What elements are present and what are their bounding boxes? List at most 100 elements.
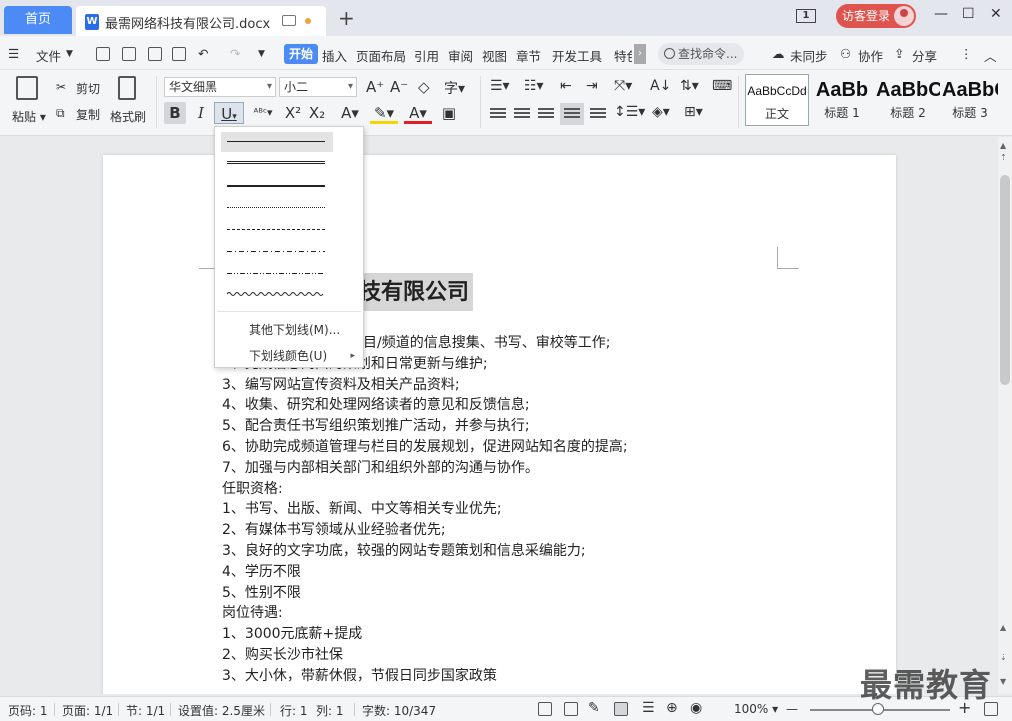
menu-view[interactable]: 视图 [482, 46, 507, 65]
format-painter-button[interactable]: 格式刷 [110, 108, 146, 125]
clear-format-icon[interactable]: ◇ [418, 78, 430, 96]
bullet-list-icon[interactable]: ☰▾ [490, 78, 510, 94]
minimize-button[interactable]: — [934, 6, 948, 22]
cut-button[interactable]: 剪切 [76, 80, 100, 97]
underline-option-dash-dot[interactable] [221, 242, 333, 262]
underline-color-item[interactable]: 下划线颜色(U) [249, 347, 327, 364]
phonetic-guide-icon[interactable]: 字▾ [444, 78, 465, 98]
underline-option-thick[interactable] [221, 176, 333, 196]
status-page-number[interactable]: 页码: 1 [8, 702, 48, 719]
menu-scroll-right-icon[interactable]: › [634, 44, 646, 64]
scroll-down-icon[interactable]: ▼ [1000, 677, 1006, 686]
menu-references[interactable]: 引用 [414, 46, 439, 65]
quick-access-more-icon[interactable]: ▼ [258, 49, 265, 59]
command-search[interactable]: 查找命令... [658, 43, 744, 65]
underline-option-dotted[interactable] [221, 198, 333, 218]
scroll-thumb[interactable] [1000, 175, 1010, 385]
character-border-button[interactable]: ▣ [438, 102, 460, 124]
share-label[interactable]: 分享 [912, 46, 937, 65]
highlight-button[interactable]: ✎▾ [370, 102, 398, 124]
menu-features[interactable]: 特色 [614, 46, 632, 65]
status-column[interactable]: 列: 1 [316, 702, 344, 719]
style-heading-1[interactable]: AaBb 标题 1 [810, 74, 874, 126]
paste-icon[interactable] [16, 76, 38, 100]
read-mode-icon[interactable] [564, 702, 578, 716]
web-view-icon[interactable]: ⊕ [666, 700, 678, 716]
collab-label[interactable]: 协作 [858, 46, 883, 65]
save-icon[interactable] [96, 47, 110, 61]
underline-option-dash-dot-dot[interactable] [221, 264, 333, 284]
justify-button[interactable] [560, 103, 584, 125]
document-heading[interactable]: 技有限公司 [355, 273, 474, 311]
export-icon[interactable] [122, 47, 136, 61]
superscript-button[interactable]: X² [282, 102, 304, 124]
grow-font-icon[interactable]: A⁺ [366, 78, 384, 96]
font-color-button[interactable]: A▾ [404, 102, 432, 124]
underline-option-single[interactable] [221, 132, 333, 152]
font-name-select[interactable]: 华文细黑 [164, 77, 276, 97]
edit-mode-icon[interactable]: ✎ [588, 700, 600, 716]
strikethrough-button[interactable]: ᴬᴮᶜ▾ [250, 102, 276, 124]
more-options-icon[interactable]: ⋮ [960, 46, 973, 61]
undo-icon[interactable]: ↶ [198, 46, 208, 61]
decrease-indent-icon[interactable]: ⇤ [560, 78, 572, 94]
monitor-icon[interactable] [282, 15, 296, 26]
align-center-icon[interactable] [514, 108, 530, 120]
print-preview-icon[interactable] [172, 47, 186, 61]
paste-button[interactable]: 粘贴 ▾ [12, 108, 46, 125]
shrink-font-icon[interactable]: A⁻ [390, 78, 408, 96]
text-direction-icon[interactable]: A↓ [650, 78, 671, 94]
zoom-level[interactable]: 100% ▾ [734, 702, 778, 716]
borders-icon[interactable]: ⊞▾ [684, 104, 703, 120]
numbered-list-icon[interactable]: ☷▾ [524, 78, 544, 94]
menu-file[interactable]: 文件 [36, 46, 61, 65]
menu-developer[interactable]: 开发工具 [552, 46, 602, 65]
chevron-down-icon[interactable]: ▼ [66, 49, 73, 59]
more-underlines-item[interactable]: 其他下划线(M)... [249, 321, 340, 338]
hamburger-icon[interactable]: ☰ [8, 46, 19, 61]
shading-icon[interactable]: ◈▾ [652, 104, 670, 120]
copy-button[interactable]: 复制 [76, 106, 100, 123]
collab-icon[interactable]: ⚇ [840, 46, 851, 61]
menu-start[interactable]: 开始 [284, 44, 318, 64]
close-button[interactable]: ✕ [990, 6, 1002, 22]
scroll-up-arrow-icon[interactable]: ▲ [1000, 623, 1006, 632]
menu-page-layout[interactable]: 页面布局 [356, 46, 406, 65]
align-right-icon[interactable] [538, 108, 554, 120]
sort-icon[interactable]: ⇅▾ [680, 78, 699, 94]
increase-indent-icon[interactable]: ⇥ [586, 78, 598, 94]
scroll-page-up-icon[interactable]: ⇡ [1000, 153, 1007, 162]
new-tab-button[interactable]: + [338, 6, 355, 30]
underline-option-wave[interactable] [221, 286, 333, 306]
status-word-count[interactable]: 字数: 10/347 [362, 702, 436, 719]
outline-view-icon[interactable]: ☰ [642, 700, 655, 716]
format-painter-icon[interactable] [118, 76, 136, 100]
share-icon[interactable]: ⇪ [894, 46, 904, 61]
subscript-button[interactable]: X₂ [306, 102, 328, 124]
scroll-page-down-icon[interactable]: ⇣ [1000, 653, 1007, 662]
text-effect-button[interactable]: A▾ [336, 102, 364, 124]
tab-document[interactable]: W 最需网络科技有限公司.docx [76, 6, 326, 36]
page-count-badge[interactable]: 1 [796, 9, 816, 23]
zoom-out-button[interactable]: — [786, 702, 798, 716]
status-row[interactable]: 行: 1 [280, 702, 308, 719]
style-heading-2[interactable]: AaBbC 标题 2 [876, 74, 940, 126]
cut-icon[interactable]: ✂ [56, 80, 66, 94]
distribute-icon[interactable] [590, 108, 606, 120]
menu-insert[interactable]: 插入 [322, 46, 347, 65]
fullscreen-icon[interactable] [538, 702, 552, 716]
eye-protection-icon[interactable]: ◉ [690, 700, 702, 716]
scroll-up-icon[interactable]: ▲ [1000, 141, 1006, 150]
tab-home[interactable]: 首页 [4, 6, 72, 34]
cloud-sync-icon[interactable]: ☁ [772, 46, 785, 61]
collapse-ribbon-icon[interactable]: ︿ [984, 46, 997, 65]
underline-option-dashed[interactable] [221, 220, 333, 240]
style-heading-3[interactable]: AaBbC 标题 3 [942, 74, 998, 126]
bold-button[interactable]: B [164, 102, 186, 124]
print-icon[interactable] [148, 47, 162, 61]
copy-icon[interactable]: ⧉ [56, 106, 65, 121]
menu-section[interactable]: 章节 [516, 46, 541, 65]
show-marks-icon[interactable]: ⌨ [712, 78, 732, 94]
page-view-icon[interactable] [614, 702, 628, 716]
document-body[interactable]: 目/频道的信息搜集、书写、审校等工作; 2、完成信息网由的策划和日常更新与维护;… [222, 333, 628, 687]
